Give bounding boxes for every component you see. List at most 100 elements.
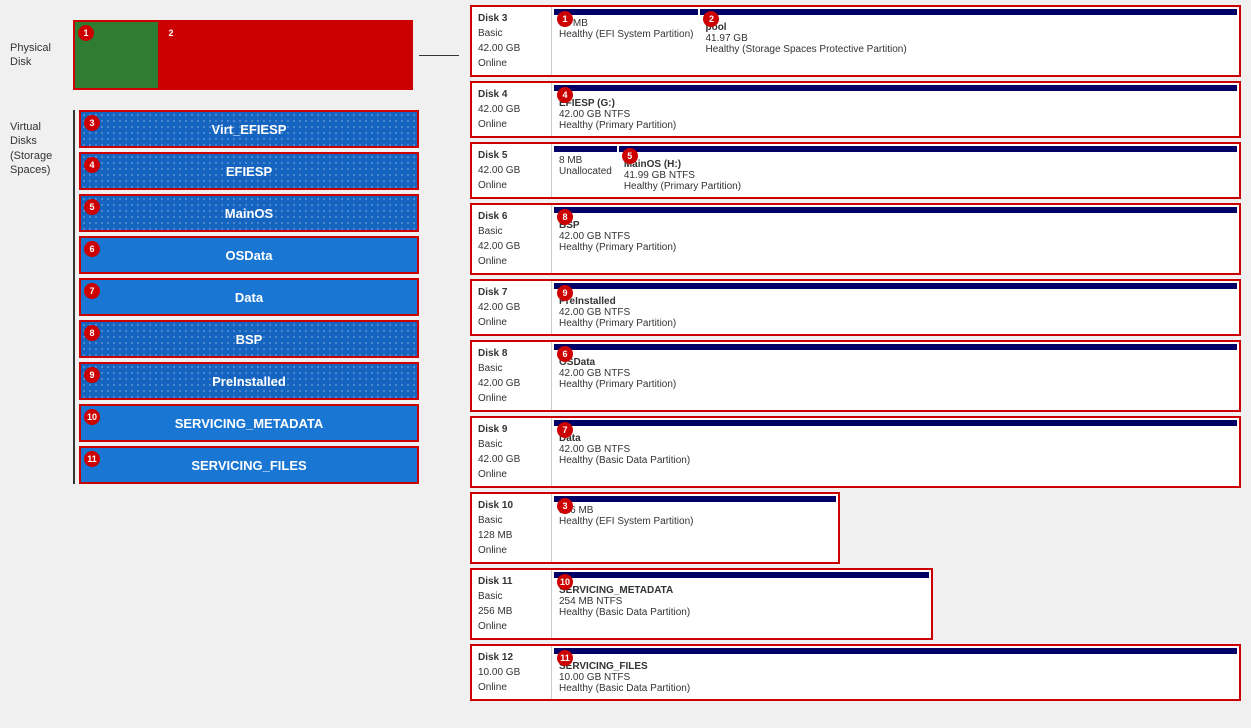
- disk-name: Disk 10: [478, 500, 513, 511]
- left-panel: PhysicalDisk 1 2 VirtualDisks(StorageSpa…: [0, 0, 460, 728]
- disk-name: Disk 5: [478, 150, 507, 161]
- physical-disk-label: PhysicalDisk: [10, 41, 65, 70]
- disk-partitions: 6OSData42.00 GB NTFSHealthy (Primary Par…: [552, 342, 1239, 410]
- disk-info-disk-12: Disk 1210.00 GBOnline: [472, 646, 552, 699]
- right-panel: Disk 3Basic42.00 GBOnline132 MBHealthy (…: [460, 0, 1251, 728]
- vdisk-label-11: SERVICING_FILES: [81, 458, 417, 473]
- vdisk-label-5: MainOS: [81, 206, 417, 221]
- part-detail: Healthy (EFI System Partition): [559, 516, 831, 527]
- disk-partitions: 11SERVICING_FILES10.00 GB NTFSHealthy (B…: [552, 646, 1239, 699]
- vdisk-item-servicing-files: 11SERVICING_FILES: [79, 446, 419, 484]
- disk-partitions: 8 MBUnallocated 5MainOS (H:)41.99 GB NTFS…: [552, 144, 1239, 197]
- part-badge-3: 3: [557, 498, 573, 514]
- disk-info-disk-8: Disk 8Basic42.00 GBOnline: [472, 342, 552, 410]
- part-detail: Unallocated: [559, 166, 612, 177]
- virtual-disks-label: VirtualDisks(StorageSpaces): [10, 110, 65, 177]
- part-badge-4: 4: [557, 87, 573, 103]
- disk-row-disk-9: Disk 9Basic42.00 GBOnline7Data42.00 GB N…: [470, 416, 1241, 488]
- part-name: PreInstalled: [559, 296, 1232, 307]
- disk-info-disk-4: Disk 442.00 GBOnline: [472, 83, 552, 136]
- disk-name: Disk 12: [478, 652, 513, 663]
- vdisk-item-mainos: 5MainOS: [79, 194, 419, 232]
- disk-info-disk-7: Disk 742.00 GBOnline: [472, 281, 552, 334]
- partition-unnamed-Disk10: 3126 MBHealthy (EFI System Partition): [554, 496, 836, 560]
- part-detail: 10.00 GB NTFS: [559, 672, 1232, 683]
- disk-info-disk-5: Disk 542.00 GBOnline: [472, 144, 552, 197]
- part-detail: 32 MB: [559, 18, 693, 29]
- part-detail: 41.99 GB NTFS: [624, 170, 1232, 181]
- os-storage-pool-cell: 2: [160, 22, 411, 88]
- part-name: SERVICING_FILES: [559, 661, 1232, 672]
- disk-info-disk-11: Disk 11Basic256 MBOnline: [472, 570, 552, 638]
- vdisk-label-4: EFIESP: [81, 164, 417, 179]
- part-detail: 42.00 GB NTFS: [559, 109, 1232, 120]
- disk-info-disk-6: Disk 6Basic42.00 GBOnline: [472, 205, 552, 273]
- part-badge-7: 7: [557, 422, 573, 438]
- badge-8: 8: [84, 325, 100, 341]
- disk-partitions: 7Data42.00 GB NTFSHealthy (Basic Data Pa…: [552, 418, 1239, 486]
- virtual-disks-list: 3Virt_EFIESP4EFIESP5MainOS6OSData7Data8B…: [79, 110, 419, 484]
- badge-6: 6: [84, 241, 100, 257]
- badge-7: 7: [84, 283, 100, 299]
- part-name: Data: [559, 433, 1232, 444]
- disk-name: Disk 3: [478, 13, 507, 24]
- partition-SERVICING_METADATA-Disk11: 10SERVICING_METADATA254 MB NTFSHealthy (…: [554, 572, 929, 636]
- part-detail: Healthy (Basic Data Partition): [559, 683, 1232, 694]
- part-name: EFIESP (G:): [559, 98, 1232, 109]
- part-name: BSP: [559, 220, 1232, 231]
- vdisk-item-bsp: 8BSP: [79, 320, 419, 358]
- part-name: pool: [705, 22, 1232, 33]
- disk-row-disk-7: Disk 742.00 GBOnline9PreInstalled42.00 G…: [470, 279, 1241, 336]
- disk-name: Disk 7: [478, 287, 507, 298]
- disk-partitions: 9PreInstalled42.00 GB NTFSHealthy (Prima…: [552, 281, 1239, 334]
- partition-Data-Disk9: 7Data42.00 GB NTFSHealthy (Basic Data Pa…: [554, 420, 1237, 484]
- vdisk-item-preinstalled: 9PreInstalled: [79, 362, 419, 400]
- vdisk-label-8: BSP: [81, 332, 417, 347]
- badge-9: 9: [84, 367, 100, 383]
- part-detail: 42.00 GB NTFS: [559, 368, 1232, 379]
- part-detail: 42.00 GB NTFS: [559, 444, 1232, 455]
- part-detail: 41.97 GB: [705, 33, 1232, 44]
- part-detail: 126 MB: [559, 505, 831, 516]
- disk-info-disk-9: Disk 9Basic42.00 GBOnline: [472, 418, 552, 486]
- disk-info-disk-3: Disk 3Basic42.00 GBOnline: [472, 7, 552, 75]
- disk-partitions: 132 MBHealthy (EFI System Partition)2poo…: [552, 7, 1239, 75]
- partition-EFIESP (G:)-Disk4: 4EFIESP (G:)42.00 GB NTFSHealthy (Primar…: [554, 85, 1237, 134]
- disk-name: Disk 4: [478, 89, 507, 100]
- bs-efiesp-cell: 1: [75, 22, 160, 88]
- part-detail: Healthy (Basic Data Partition): [559, 455, 1232, 466]
- disk-info-disk-10: Disk 10Basic128 MBOnline: [472, 494, 552, 562]
- part-badge-10: 10: [557, 574, 573, 590]
- badge-5: 5: [84, 199, 100, 215]
- vdisk-label-6: OSData: [81, 248, 417, 263]
- badge-3: 3: [84, 115, 100, 131]
- disk-name: Disk 11: [478, 576, 512, 587]
- part-detail: 8 MB: [559, 155, 612, 166]
- part-detail: Healthy (Primary Partition): [559, 120, 1232, 131]
- disk-partitions: 8BSP42.00 GB NTFSHealthy (Primary Partit…: [552, 205, 1239, 273]
- disk-row-disk-6: Disk 6Basic42.00 GBOnline8BSP42.00 GB NT…: [470, 203, 1241, 275]
- part-detail: 254 MB NTFS: [559, 596, 924, 607]
- disk-row-disk-8: Disk 8Basic42.00 GBOnline6OSData42.00 GB…: [470, 340, 1241, 412]
- physical-disk-box: 1 2: [73, 20, 413, 90]
- virtual-disks-section: VirtualDisks(StorageSpaces) 3Virt_EFIESP…: [10, 110, 450, 484]
- physical-disk-section: PhysicalDisk 1 2: [10, 20, 450, 90]
- disk-name: Disk 8: [478, 348, 507, 359]
- badge-10: 10: [84, 409, 100, 425]
- part-detail: Healthy (Storage Spaces Protective Parti…: [705, 44, 1232, 55]
- part-detail: 42.00 GB NTFS: [559, 231, 1232, 242]
- part-badge-1: 1: [557, 11, 573, 27]
- partition-OSData-Disk8: 6OSData42.00 GB NTFSHealthy (Primary Par…: [554, 344, 1237, 408]
- disk-name: Disk 9: [478, 424, 507, 435]
- disk-row-disk-10: Disk 10Basic128 MBOnline3126 MBHealthy (…: [470, 492, 840, 564]
- partition-unnamed-Disk3: 132 MBHealthy (EFI System Partition): [554, 9, 698, 73]
- part-detail: Healthy (Primary Partition): [559, 379, 1232, 390]
- partition-MainOS (H:)-Disk5: 5MainOS (H:)41.99 GB NTFSHealthy (Primar…: [619, 146, 1237, 195]
- part-detail: Healthy (Primary Partition): [624, 181, 1232, 192]
- part-detail: Healthy (Primary Partition): [559, 242, 1232, 253]
- partition-SERVICING_FILES-Disk12: 11SERVICING_FILES10.00 GB NTFSHealthy (B…: [554, 648, 1237, 697]
- partition-pool-Disk3: 2pool41.97 GBHealthy (Storage Spaces Pro…: [700, 9, 1237, 73]
- badge-1: 1: [78, 25, 94, 41]
- vdisk-item-servicing-metadata: 10SERVICING_METADATA: [79, 404, 419, 442]
- partition-PreInstalled-Disk7: 9PreInstalled42.00 GB NTFSHealthy (Prima…: [554, 283, 1237, 332]
